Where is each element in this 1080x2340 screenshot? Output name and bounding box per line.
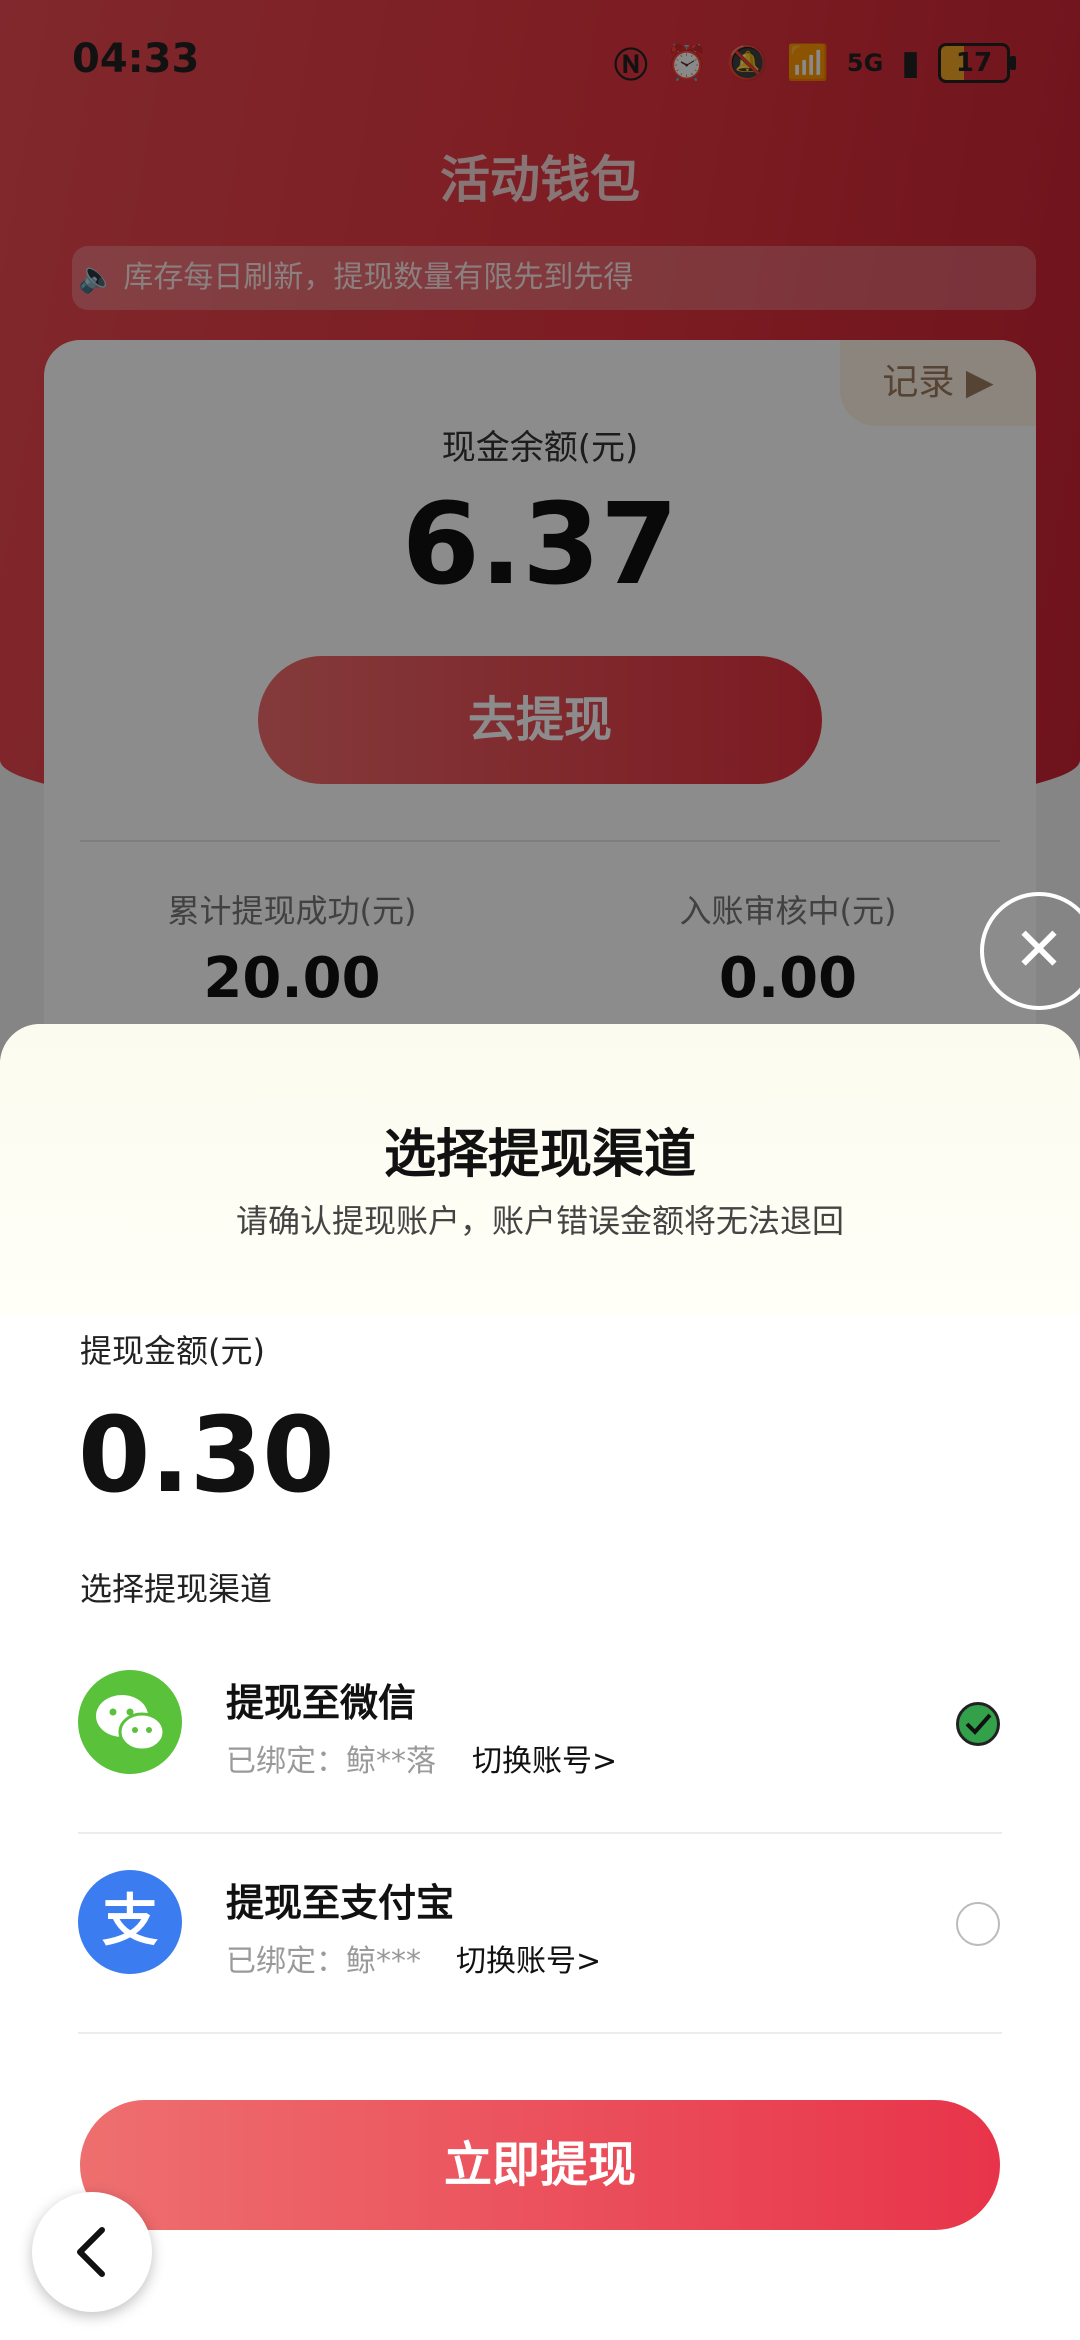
sheet-header: 选择提现渠道 请确认提现账户，账户错误金额将无法退回: [0, 1024, 1080, 1314]
switch-account-link[interactable]: 切换账号>: [472, 1736, 617, 1780]
alipay-icon: 支: [78, 1870, 182, 1974]
amount-label: 提现金额(元): [80, 1332, 265, 1370]
back-button[interactable]: [32, 2192, 152, 2312]
channel-section-label: 选择提现渠道: [80, 1570, 273, 1608]
channel-name: 提现至微信: [226, 1681, 417, 1725]
amount-value: 0.30: [78, 1394, 335, 1516]
radio-unchecked[interactable]: [956, 1902, 1000, 1946]
confirm-withdraw-button[interactable]: 立即提现: [80, 2100, 1000, 2230]
sheet-title: 选择提现渠道: [383, 1125, 696, 1185]
svg-text:支: 支: [102, 1889, 158, 1954]
sheet-subtitle: 请确认提现账户，账户错误金额将无法退回: [235, 1202, 844, 1240]
radio-checked[interactable]: [956, 1702, 1000, 1746]
chevron-left-icon: [77, 2227, 105, 2277]
bound-account: 已绑定：鲸**落: [226, 1744, 436, 1779]
wechat-icon: [78, 1670, 182, 1774]
withdraw-channel-sheet: 选择提现渠道 请确认提现账户，账户错误金额将无法退回 提现金额(元) 0.30 …: [0, 1024, 1080, 2340]
channel-alipay[interactable]: 支 提现至支付宝 已绑定：鲸*** 切换账号>: [78, 1836, 1002, 2034]
channel-wechat[interactable]: 提现至微信 已绑定：鲸**落 切换账号>: [78, 1636, 1002, 1834]
bound-account: 已绑定：鲸***: [226, 1944, 421, 1979]
channel-name: 提现至支付宝: [226, 1881, 455, 1925]
switch-account-link[interactable]: 切换账号>: [456, 1936, 601, 1980]
check-icon: [965, 1713, 992, 1735]
